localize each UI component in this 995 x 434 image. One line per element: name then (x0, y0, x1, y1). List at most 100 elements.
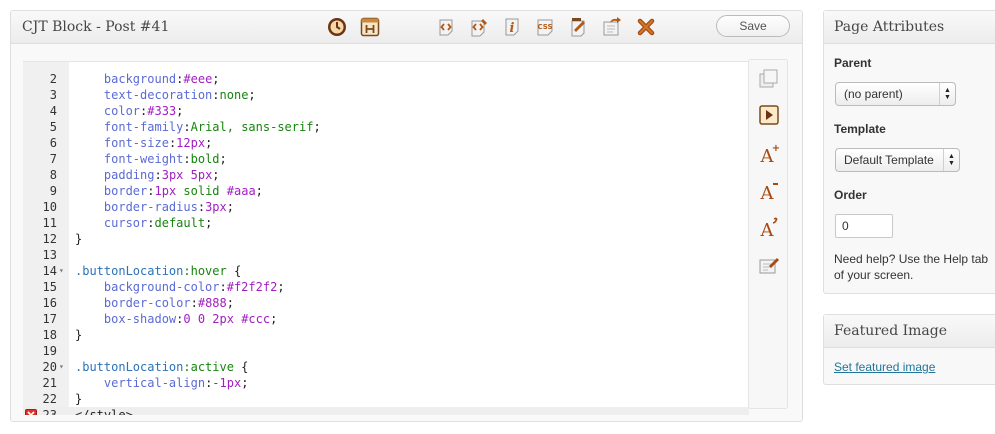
code-line[interactable]: 18} (23, 327, 749, 343)
layers-icon[interactable] (757, 66, 781, 90)
font-increase-icon[interactable]: A + (757, 141, 781, 165)
code-line[interactable]: 7 font-weight:bold; (23, 151, 749, 167)
delete-icon[interactable] (635, 16, 657, 38)
featured-image-box: Featured Image Set featured image (823, 314, 995, 385)
code-text: font-weight:bold; (75, 151, 227, 167)
code-token: background-color (103, 280, 220, 294)
code-line[interactable]: 9 border:1px solid #aaa; (23, 183, 749, 199)
select-arrows-icon: ▲ ▼ (939, 83, 955, 105)
code-text: vertical-align:-1px; (75, 375, 249, 391)
line-number: 18 (42, 328, 57, 342)
note-edit-icon[interactable] (757, 253, 781, 277)
code-line[interactable]: 12} (23, 231, 749, 247)
code-token: 1px (154, 184, 177, 198)
code-token: :hover (183, 264, 227, 278)
code-line[interactable]: 13 (23, 247, 749, 263)
svg-text:A: A (760, 220, 775, 238)
css-icon[interactable]: CSS (535, 16, 557, 38)
parent-select-value: (no parent) (844, 87, 903, 101)
cjt-block: CJT Block - Post #41 i CSS Save 2 backgr… (10, 10, 803, 422)
code-edit-icon[interactable] (468, 16, 490, 38)
code-token: border-color (103, 296, 191, 310)
code-text: text-decoration:none; (75, 87, 256, 103)
code-token: ; (255, 184, 263, 198)
code-token: none (219, 88, 249, 102)
code-line[interactable]: 15 background-color:#f2f2f2; (23, 279, 749, 295)
font-reset-icon[interactable]: A (757, 215, 781, 239)
template-label: Template (834, 122, 886, 136)
code-token: .buttonLocation (75, 360, 184, 374)
code-line[interactable]: 5 font-family:Arial, sans-serif; (23, 119, 749, 135)
line-number: 19 (42, 344, 57, 358)
code-token: padding (103, 168, 155, 182)
featured-image-title: Featured Image (824, 315, 995, 348)
svg-text:i: i (510, 21, 515, 36)
code-tag-icon[interactable] (435, 16, 457, 38)
code-token: #eee (183, 72, 213, 86)
fold-arrow-icon[interactable]: ▾ (59, 263, 64, 279)
code-token: #333 (147, 104, 177, 118)
line-number: 4 (49, 104, 57, 118)
page-attributes-title: Page Attributes (824, 11, 995, 44)
code-line[interactable]: 3 text-decoration:none; (23, 87, 749, 103)
template-select[interactable]: Default Template ▲ ▼ (835, 148, 960, 172)
code-line[interactable]: 4 color:#333; (23, 103, 749, 119)
code-line[interactable]: 8 padding:3px 5px; (23, 167, 749, 183)
code-line[interactable]: 17 box-shadow:0 0 2px #ccc; (23, 311, 749, 327)
code-token: -1px (212, 376, 242, 390)
code-token: solid (176, 184, 227, 198)
code-editor[interactable]: 2 background:#eee; 3 text-decoration:none… (23, 61, 749, 415)
parent-select[interactable]: (no parent) ▲ ▼ (835, 82, 956, 106)
export-icon[interactable] (601, 16, 623, 38)
code-token: #aaa (226, 184, 256, 198)
code-line[interactable]: 20 ▾ .buttonLocation:active { (23, 359, 749, 375)
code-line[interactable]: 23 </style> (23, 407, 749, 415)
code-line[interactable]: 2 background:#eee; (23, 71, 749, 87)
code-line[interactable]: 10 border-radius:3px; (23, 199, 749, 215)
line-number: 10 (42, 200, 57, 214)
html-block-icon[interactable] (359, 16, 381, 38)
block-header: CJT Block - Post #41 i CSS Save (11, 11, 802, 44)
line-number: 21 (42, 376, 57, 390)
code-text: background-color:#f2f2f2; (75, 279, 285, 295)
set-featured-image-link[interactable]: Set featured image (834, 360, 935, 374)
code-token: ; (205, 216, 213, 230)
code-token: : (212, 88, 220, 102)
code-token: text-decoration (103, 88, 213, 102)
revision-clock-icon[interactable] (326, 16, 348, 38)
code-text: </style> (75, 407, 133, 415)
code-token: ; (212, 72, 220, 86)
code-text: .buttonLocation:hover { (75, 263, 241, 279)
run-icon[interactable] (757, 103, 781, 127)
order-input[interactable] (835, 214, 893, 238)
page-attributes-box: Page Attributes Parent (no parent) ▲ ▼ Te… (823, 10, 995, 294)
code-line[interactable]: 16 border-color:#888; (23, 295, 749, 311)
code-line[interactable]: 19 (23, 343, 749, 359)
line-number: 12 (42, 232, 57, 246)
line-number: 3 (49, 88, 57, 102)
code-lines[interactable]: 2 background:#eee; 3 text-decoration:none… (23, 71, 749, 415)
svg-text:CSS: CSS (537, 23, 552, 31)
code-token: 3px (205, 200, 227, 214)
help-text: Need help? Use the Help tab of your scre… (834, 251, 995, 283)
code-line[interactable]: 22} (23, 391, 749, 407)
save-button[interactable]: Save (716, 15, 790, 37)
template-icon[interactable] (568, 16, 590, 38)
code-token: color (103, 104, 141, 118)
fold-arrow-icon[interactable]: ▾ (59, 359, 64, 375)
info-icon[interactable]: i (502, 16, 524, 38)
code-line[interactable]: 21 vertical-align:-1px; (23, 375, 749, 391)
line-number: 13 (42, 248, 57, 262)
line-number: 14 (42, 264, 57, 278)
code-token: border (103, 184, 148, 198)
code-line[interactable]: 6 font-size:12px; (23, 135, 749, 151)
code-token: Arial, sans-serif (190, 120, 314, 134)
font-decrease-icon[interactable]: A (757, 178, 781, 202)
code-line[interactable]: 11 cursor:default; (23, 215, 749, 231)
code-line[interactable]: 14 ▾ .buttonLocation:hover { (23, 263, 749, 279)
